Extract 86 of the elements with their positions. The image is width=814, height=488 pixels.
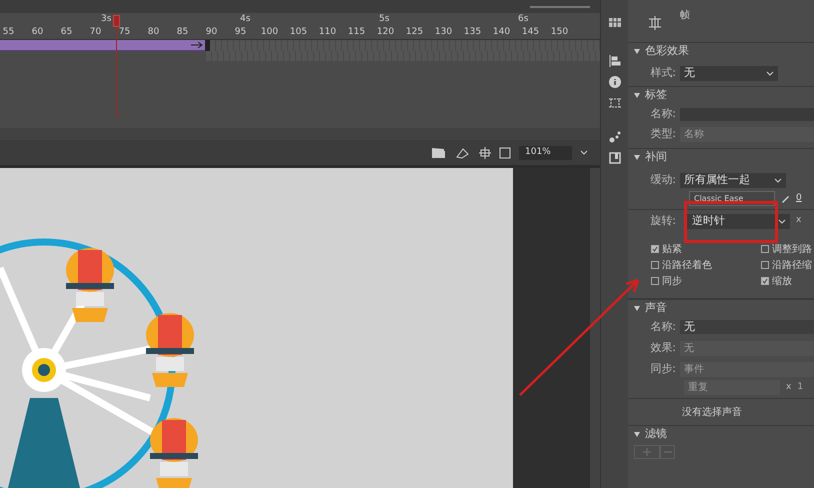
field-label: 类型: bbox=[650, 126, 676, 142]
frame-number: 90 bbox=[206, 28, 218, 36]
grid-icon[interactable] bbox=[608, 18, 620, 27]
field-label: 同步: bbox=[650, 360, 676, 377]
chevron-icon bbox=[774, 178, 782, 182]
frame-number: 140 bbox=[492, 28, 510, 36]
time-label: 6s bbox=[518, 14, 528, 24]
frame-number: 100 bbox=[260, 28, 278, 36]
frame-number: 95 bbox=[234, 28, 246, 36]
field-label: 名称: bbox=[650, 106, 676, 122]
frame-number: 150 bbox=[550, 28, 568, 36]
chevron-icon bbox=[766, 70, 774, 76]
chevron-icon[interactable] bbox=[580, 150, 588, 156]
field-label: 旋转: bbox=[650, 212, 676, 229]
center-icon[interactable] bbox=[479, 146, 491, 158]
section-title: 声音 bbox=[645, 300, 667, 316]
field-label: 效果: bbox=[650, 340, 676, 356]
option-checkbox[interactable]: 沿路径缩 bbox=[761, 258, 814, 272]
section-title: 补间 bbox=[645, 149, 667, 166]
keyframe-marker[interactable] bbox=[205, 40, 210, 51]
option-checkbox[interactable]: 缩放 bbox=[761, 274, 814, 288]
plus-icon bbox=[643, 448, 651, 456]
frame-number: 145 bbox=[522, 28, 540, 36]
sync-select[interactable]: 事件 bbox=[680, 362, 814, 376]
frame-number: 120 bbox=[376, 28, 394, 36]
frame-number: 110 bbox=[318, 28, 336, 36]
repeat-times: x bbox=[786, 380, 792, 394]
checkbox[interactable] bbox=[761, 245, 769, 253]
ease-select[interactable]: 所有属性一起 bbox=[680, 172, 786, 188]
pencil-icon[interactable] bbox=[781, 194, 790, 203]
disclosure-icon[interactable] bbox=[634, 306, 640, 311]
disclosure-icon[interactable] bbox=[634, 155, 640, 160]
arrow-icon bbox=[191, 42, 203, 48]
option-checkbox[interactable]: 调整到路 bbox=[761, 242, 814, 256]
frame-icon bbox=[648, 16, 662, 30]
checkbox[interactable] bbox=[651, 277, 659, 285]
scrollbar[interactable] bbox=[590, 168, 600, 488]
option-checkbox[interactable]: 贴紧 bbox=[651, 242, 761, 256]
option-checkbox[interactable]: 沿路径着色 bbox=[651, 258, 761, 272]
frame-number: 60 bbox=[32, 28, 44, 36]
checkbox[interactable] bbox=[761, 261, 769, 269]
frame-number: 105 bbox=[290, 28, 308, 36]
sound-name-field[interactable]: 无 bbox=[680, 320, 814, 334]
panel-title: 帧 bbox=[680, 8, 690, 23]
transform-icon[interactable] bbox=[608, 97, 620, 109]
disclosure-icon[interactable] bbox=[634, 432, 640, 437]
frame-number: 125 bbox=[406, 28, 424, 36]
repeat-count[interactable]: 1 bbox=[797, 380, 804, 394]
frame-number: 65 bbox=[60, 28, 72, 36]
checkbox[interactable] bbox=[761, 277, 769, 285]
field-label: 缓动: bbox=[650, 172, 676, 188]
info-icon[interactable] bbox=[608, 76, 620, 88]
align-icon[interactable] bbox=[608, 55, 620, 67]
frame-number: 135 bbox=[464, 28, 482, 36]
rotate-select[interactable]: 逆时针 bbox=[686, 214, 790, 228]
field-label: 样式: bbox=[650, 64, 676, 81]
clip-icon[interactable] bbox=[499, 146, 511, 158]
frame-number: 80 bbox=[148, 28, 160, 36]
section-title: 滤镜 bbox=[645, 426, 667, 442]
field-label: 名称: bbox=[650, 318, 676, 335]
section-title: 标签 bbox=[645, 87, 667, 104]
frame-number: 75 bbox=[118, 28, 130, 36]
effect-select[interactable]: 无 bbox=[680, 340, 814, 356]
time-label: 3s bbox=[101, 14, 112, 24]
time-label: 5s bbox=[379, 14, 390, 24]
frame-number: 70 bbox=[90, 28, 102, 36]
time-label: 4s bbox=[240, 14, 250, 24]
dots-icon[interactable] bbox=[608, 131, 620, 143]
disclosure-icon[interactable] bbox=[634, 93, 640, 98]
style-select[interactable]: 无 bbox=[680, 66, 778, 80]
book-icon[interactable] bbox=[608, 152, 620, 164]
repeat-select[interactable]: 重复 bbox=[684, 380, 780, 395]
checkbox[interactable] bbox=[651, 261, 659, 269]
rotate-times: x bbox=[796, 214, 802, 228]
option-checkbox[interactable]: 同步 bbox=[651, 274, 761, 288]
zoom-select[interactable]: 101% bbox=[519, 146, 572, 160]
frame-number: 130 bbox=[434, 28, 452, 36]
section-title: 色彩效果 bbox=[645, 43, 689, 60]
chevron-icon bbox=[778, 218, 786, 224]
ease-amount[interactable]: 0 bbox=[796, 192, 802, 206]
checkbox[interactable] bbox=[651, 245, 659, 253]
frame-number: 115 bbox=[348, 28, 366, 36]
frame-number: 55 bbox=[2, 28, 14, 36]
disclosure-icon[interactable] bbox=[634, 49, 640, 54]
frame-number: 85 bbox=[176, 28, 188, 36]
empty-sound-note: 没有选择声音 bbox=[682, 406, 742, 420]
